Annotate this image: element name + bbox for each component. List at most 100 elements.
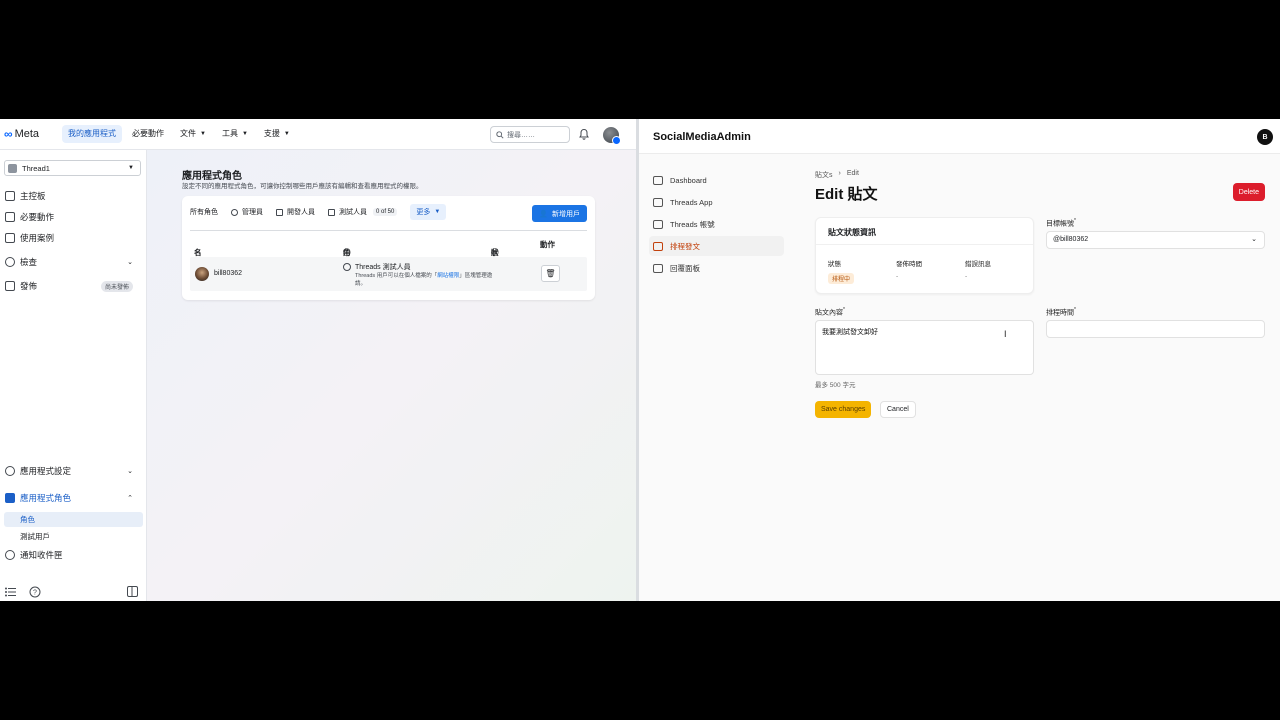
publish-time-field: 發佈時間 -	[896, 261, 922, 280]
roles-icon	[5, 493, 15, 503]
pencil-icon	[5, 233, 15, 243]
tab-testers[interactable]: 測試人員 0 of 50	[328, 204, 398, 220]
home-icon	[653, 175, 663, 185]
tester-count: 0 of 50	[373, 208, 398, 216]
sidebar-item-publish[interactable]: 發佈 尚未發佈	[0, 277, 147, 295]
chevron-down-icon: ▼	[434, 209, 441, 215]
collapse-sidebar-icon[interactable]	[127, 586, 138, 597]
chat-icon	[653, 263, 663, 273]
sidebar-item-use-cases[interactable]: 使用案例	[0, 229, 147, 247]
social-media-admin-panel: SocialMediaAdmin B Dashboard Threads App…	[639, 119, 1280, 601]
tester-icon	[328, 208, 335, 216]
nav-tools[interactable]: 工具 ▼	[216, 125, 254, 143]
delete-button[interactable]: Delete	[1232, 183, 1265, 201]
tab-more[interactable]: 更多 ▼	[410, 204, 447, 220]
search-input[interactable]: 搜尋……	[490, 126, 570, 143]
sidebar-item-app-roles[interactable]: 應用程式角色 ⌃	[0, 489, 147, 507]
tab-developers[interactable]: 開發人員	[276, 204, 315, 220]
chevron-right-icon: ›	[838, 170, 841, 177]
sma-top-bar: SocialMediaAdmin B	[639, 119, 1280, 154]
target-account-select[interactable]: @bill80362 ⌄	[1046, 231, 1265, 249]
publish-icon	[5, 281, 15, 291]
column-actions: 動作	[540, 240, 555, 249]
user-name[interactable]: bill80362	[214, 270, 242, 277]
gear-icon	[5, 466, 15, 476]
nav-my-apps[interactable]: 我的應用程式	[62, 125, 122, 143]
sidebar-item-required-actions[interactable]: 必要動作	[0, 208, 147, 226]
document-icon	[653, 241, 663, 251]
user-avatar[interactable]	[603, 127, 621, 145]
svg-text:?: ?	[33, 590, 37, 597]
meta-top-bar: ∞ Meta 我的應用程式 必要動作 文件 ▼ 工具 ▼ 支援 ▼ 搜尋……	[0, 119, 638, 150]
app-selector[interactable]: Thread1 ▼	[4, 160, 141, 176]
delete-user-button[interactable]: 🗑	[541, 265, 560, 282]
cancel-button[interactable]: Cancel	[880, 401, 916, 418]
meta-logo[interactable]: ∞ Meta	[4, 127, 62, 141]
brand-name[interactable]: SocialMediaAdmin	[653, 131, 751, 143]
chevron-down-icon: ⌄	[1251, 236, 1257, 243]
list-icon[interactable]	[5, 587, 16, 597]
target-account-label: 目標帳號*	[1046, 218, 1076, 228]
admin-icon	[231, 208, 238, 216]
sidebar-item-threads-app[interactable]: Threads App	[649, 192, 784, 212]
save-changes-button[interactable]: Save changes	[815, 401, 872, 418]
breadcrumb-edit: Edit	[846, 170, 859, 177]
sort-icon: ↑↓	[491, 247, 499, 256]
page-title: Edit 貼文	[815, 186, 878, 203]
developer-icon	[276, 208, 283, 216]
content-label: 貼文內容*	[815, 307, 845, 317]
status-badge: 尚未發佈	[100, 280, 133, 292]
meta-infinity-icon: ∞	[4, 127, 13, 141]
sidebar-item-review[interactable]: 檢查 ⌄	[0, 253, 147, 271]
content-hint: 最多 500 字元	[815, 382, 856, 389]
status-card-heading: 貼文狀態資訊	[816, 218, 1033, 245]
tab-all-roles[interactable]: 所有角色	[190, 204, 218, 220]
sidebar-item-dashboard[interactable]: 主控板	[0, 187, 147, 205]
sidebar-item-app-settings[interactable]: 應用程式設定 ⌄	[0, 462, 147, 480]
chevron-down-icon: ▼	[128, 165, 134, 171]
home-icon	[5, 191, 15, 201]
add-person-icon: 👤	[539, 210, 548, 218]
nav-required-actions[interactable]: 必要動作	[126, 125, 170, 143]
page-description: 設定不同的應用程式角色，可讓你控制哪些用戶應該有編輯和查看應用程式的權限。	[182, 183, 423, 190]
nav-docs[interactable]: 文件 ▼	[174, 125, 212, 143]
user-avatar[interactable]: B	[1257, 129, 1273, 145]
schedule-time-input[interactable]	[1046, 320, 1265, 338]
sidebar-item-scheduled-posts[interactable]: 排程發文	[649, 236, 784, 256]
search-icon	[496, 130, 504, 139]
status-field: 狀態 排程中	[828, 258, 855, 284]
post-status-card: 貼文狀態資訊 狀態 排程中 發佈時間 - 錯誤訊息 -	[815, 217, 1034, 294]
role-tabs: 所有角色 管理員 開發人員 測試人員 0 of 50 更多 ▼	[188, 204, 459, 220]
breadcrumb-posts[interactable]: 貼文s	[815, 170, 833, 180]
users-icon	[653, 219, 663, 229]
app-icon	[653, 197, 663, 207]
shield-check-icon	[5, 257, 15, 267]
sidebar-item-threads-accounts[interactable]: Threads 帳號	[649, 214, 784, 234]
bell-icon[interactable]	[578, 128, 590, 140]
roles-card: 所有角色 管理員 開發人員 測試人員0 of 50 更多▼ 👤新增用戶 名稱 ↑…	[182, 196, 595, 300]
sidebar-item-notifications[interactable]: 通知收件匣	[0, 546, 147, 564]
checklist-icon	[5, 212, 15, 222]
sidebar-footer: ?	[0, 583, 147, 601]
role-name: Threads 測試人員	[355, 264, 411, 271]
chevron-down-icon: ▼	[241, 131, 248, 137]
post-content-textarea[interactable]: 我要測試發文卸好	[815, 320, 1034, 375]
roles-main: 應用程式角色 設定不同的應用程式角色，可讓你控制哪些用戶應該有編輯和查看應用程式…	[147, 150, 638, 601]
website-permissions-link[interactable]: 網站權限	[437, 273, 459, 279]
sidebar-item-reply-panel[interactable]: 回覆面板	[649, 258, 784, 278]
sidebar-item-roles[interactable]: 角色	[4, 512, 143, 527]
breadcrumb: 貼文s › Edit	[815, 170, 859, 180]
tab-admins[interactable]: 管理員	[231, 204, 263, 220]
sidebar-item-test-users[interactable]: 測試用戶	[0, 529, 147, 544]
sidebar-item-dashboard[interactable]: Dashboard	[649, 170, 784, 190]
sort-up-icon: ↑	[343, 247, 347, 256]
threads-icon	[343, 263, 351, 271]
chevron-down-icon: ▼	[200, 131, 206, 137]
add-user-button[interactable]: 👤 新增用戶	[532, 205, 587, 222]
text-cursor-icon: I	[1004, 329, 1007, 339]
meta-developer-panel: ∞ Meta 我的應用程式 必要動作 文件 ▼ 工具 ▼ 支援 ▼ 搜尋…… Threa…	[0, 119, 638, 601]
schedule-time-label: 排程時間*	[1046, 307, 1076, 317]
nav-support[interactable]: 支援 ▼	[258, 125, 296, 143]
help-icon[interactable]: ?	[29, 586, 41, 598]
bell-icon	[5, 550, 15, 560]
